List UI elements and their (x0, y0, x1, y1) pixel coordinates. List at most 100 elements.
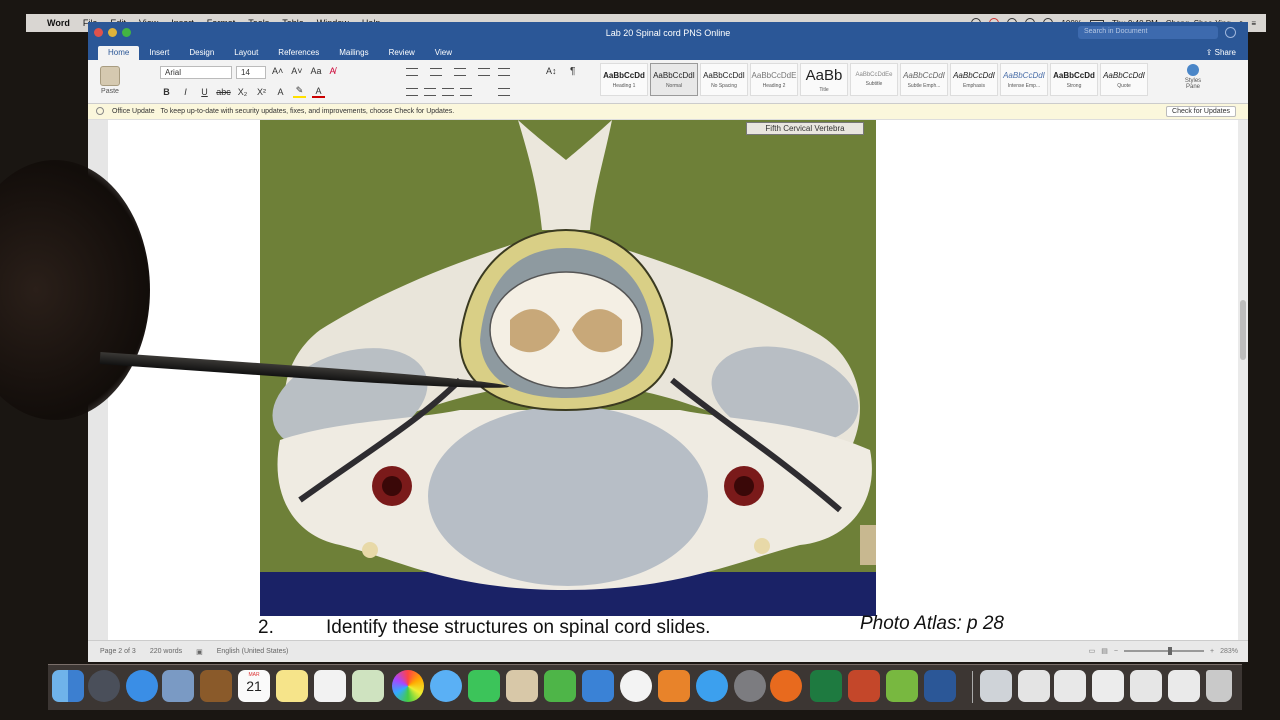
tab-view[interactable]: View (425, 46, 462, 60)
sort-icon[interactable]: A↕ (546, 66, 557, 76)
proofing-icon[interactable]: ▣ (196, 648, 203, 656)
style-heading-1[interactable]: AaBbCcDd Heading 1 (600, 63, 648, 96)
clear-formatting-icon[interactable]: A̸ (330, 66, 336, 76)
style-heading-2[interactable]: AaBbCcDdE Heading 2 (750, 63, 798, 96)
scroll-thumb[interactable] (1240, 300, 1246, 360)
notebook-icon[interactable] (200, 670, 232, 702)
tab-design[interactable]: Design (179, 46, 224, 60)
print-layout-icon[interactable]: ▭ (1089, 647, 1096, 655)
check-for-updates-button[interactable]: Check for Updates (1166, 106, 1236, 117)
document-thumb-2-icon[interactable] (1054, 670, 1086, 702)
style-quote[interactable]: AaBbCcDdI Quote (1100, 63, 1148, 96)
word-icon[interactable] (924, 670, 956, 702)
document-thumb-1-icon[interactable] (1018, 670, 1050, 702)
ibooks-icon[interactable] (658, 670, 690, 702)
document-page[interactable]: Fifth Cervical Vertebra 2. Identify thes… (108, 120, 1238, 640)
preview-icon[interactable] (162, 670, 194, 702)
document-thumb-3-icon[interactable] (1092, 670, 1124, 702)
align-left-icon[interactable] (406, 88, 418, 96)
tab-home[interactable]: Home (98, 46, 140, 60)
justify-icon[interactable] (460, 88, 472, 96)
maps-icon[interactable] (352, 670, 384, 702)
facetime-icon[interactable] (468, 670, 500, 702)
numbering-icon[interactable] (430, 68, 442, 76)
trash-icon[interactable] (1206, 670, 1232, 702)
decrease-indent-icon[interactable] (478, 68, 490, 76)
word-count[interactable]: 220 words (150, 648, 182, 655)
multilevel-list-icon[interactable] (454, 68, 466, 76)
photos-icon[interactable] (392, 670, 424, 702)
increase-indent-icon[interactable] (498, 68, 510, 76)
show-formatting-icon[interactable]: ¶ (570, 66, 575, 77)
downloads-folder-icon[interactable] (980, 670, 1012, 702)
safari-icon[interactable] (126, 670, 158, 702)
style-title[interactable]: AaBb Title (800, 63, 848, 96)
text-effects-icon[interactable]: A (274, 85, 287, 98)
messages-icon[interactable] (430, 670, 462, 702)
app-store-icon[interactable] (696, 670, 728, 702)
launchpad-icon[interactable] (88, 670, 120, 702)
language[interactable]: English (United States) (217, 648, 289, 655)
vertical-scrollbar[interactable] (1238, 120, 1248, 640)
contacts-icon[interactable] (506, 670, 538, 702)
itunes-icon[interactable] (620, 670, 652, 702)
style-strong[interactable]: AaBbCcDd Strong (1050, 63, 1098, 96)
reminders-icon[interactable] (314, 670, 346, 702)
dismiss-update-icon[interactable] (96, 107, 104, 115)
underline-icon[interactable]: U (198, 85, 211, 98)
style-emphasis[interactable]: AaBbCcDdI Emphasis (950, 63, 998, 96)
web-layout-icon[interactable]: ▤ (1101, 647, 1108, 655)
align-right-icon[interactable] (442, 88, 454, 96)
installer-icon[interactable] (886, 670, 918, 702)
document-thumb-4-icon[interactable] (1130, 670, 1162, 702)
notification-center-icon[interactable]: ≡ (1251, 19, 1256, 28)
account-icon[interactable] (1225, 27, 1236, 38)
tab-mailings[interactable]: Mailings (329, 46, 378, 60)
powerpoint-icon[interactable] (848, 670, 880, 702)
keynote-icon[interactable] (582, 670, 614, 702)
strikethrough-icon[interactable]: abc (216, 85, 231, 98)
bold-icon[interactable]: B (160, 85, 173, 98)
font-name-select[interactable]: Arial (160, 66, 232, 79)
tab-references[interactable]: References (268, 46, 329, 60)
share-button[interactable]: ⇪ Share (1206, 48, 1236, 57)
change-case-icon[interactable]: Aa (311, 66, 322, 76)
style-no-spacing[interactable]: AaBbCcDdI No Spacing (700, 63, 748, 96)
style-subtle-emphasis[interactable]: AaBbCcDdI Subtle Emph... (900, 63, 948, 96)
zoom-out-icon[interactable]: − (1114, 648, 1118, 655)
calendar-icon[interactable]: MAR 21 (238, 670, 270, 702)
style-subtitle[interactable]: AaBbCcDdEe Subtitle (850, 63, 898, 96)
excel-icon[interactable] (810, 670, 842, 702)
superscript-icon[interactable]: X² (255, 85, 268, 98)
style-normal[interactable]: AaBbCcDdI Normal (650, 63, 698, 96)
tab-review[interactable]: Review (379, 46, 425, 60)
subscript-icon[interactable]: X₂ (236, 85, 249, 98)
paste-button[interactable]: Paste (94, 66, 126, 100)
bullets-icon[interactable] (406, 68, 418, 76)
italic-icon[interactable]: I (179, 85, 192, 98)
font-size-select[interactable]: 14 (236, 66, 266, 79)
line-spacing-icon[interactable] (498, 88, 510, 96)
style-intense-emphasis[interactable]: AaBbCcDdI Intense Emp... (1000, 63, 1048, 96)
shrink-font-icon[interactable]: A˅ (291, 66, 302, 76)
zoom-level[interactable]: 283% (1220, 648, 1238, 655)
numbers-icon[interactable] (544, 670, 576, 702)
zoom-in-icon[interactable]: + (1210, 648, 1214, 655)
tab-insert[interactable]: Insert (139, 46, 179, 60)
app-menu[interactable]: Word (47, 18, 70, 28)
system-preferences-icon[interactable] (734, 670, 766, 702)
search-in-document-input[interactable]: Search in Document (1078, 26, 1218, 39)
tab-layout[interactable]: Layout (224, 46, 268, 60)
align-center-icon[interactable] (424, 88, 436, 96)
highlight-icon[interactable]: ✎ (293, 85, 306, 98)
firefox-icon[interactable] (770, 670, 802, 702)
page-count[interactable]: Page 2 of 3 (100, 648, 136, 655)
document-thumb-5-icon[interactable] (1168, 670, 1200, 702)
grow-font-icon[interactable]: A˄ (272, 66, 283, 76)
notes-icon[interactable] (276, 670, 308, 702)
font-color-icon[interactable]: A (312, 85, 325, 98)
styles-pane-button[interactable]: Styles Pane (1180, 64, 1206, 90)
finder-icon[interactable] (52, 670, 84, 702)
zoom-slider[interactable] (1124, 647, 1204, 655)
list-item: 2. Identify these structures on spinal c… (258, 613, 1158, 639)
